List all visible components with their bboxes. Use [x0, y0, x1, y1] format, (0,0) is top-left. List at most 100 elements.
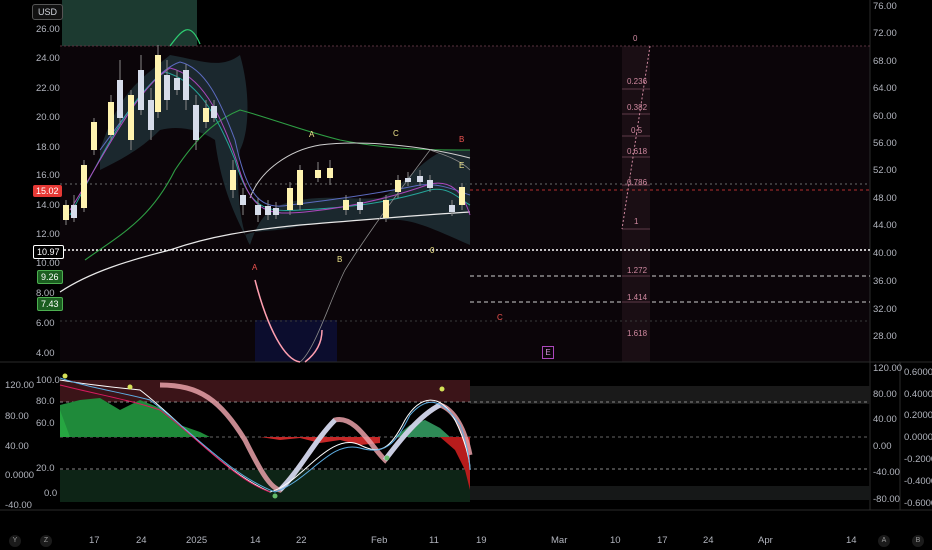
- corner-button-b[interactable]: B: [912, 535, 924, 547]
- candle-body: [63, 205, 69, 220]
- osc-oversold-ext: [470, 486, 870, 500]
- price-left-tick-6: 14.00: [36, 200, 60, 211]
- candle-body: [174, 78, 180, 90]
- osc-right-tick-6: -0.6000: [904, 498, 932, 509]
- osc-dot-3: [272, 493, 278, 499]
- wave-label-0-yellow: 0: [430, 246, 435, 255]
- osc-left-tick-0: 120.00: [5, 380, 35, 391]
- event-marker[interactable]: E: [542, 346, 554, 359]
- candle-body: [395, 180, 401, 192]
- corner-button-y[interactable]: Y: [9, 535, 21, 547]
- time-tick-0: 17: [89, 535, 100, 546]
- candle-body: [327, 168, 333, 178]
- osc-overbought-zone: [60, 380, 470, 402]
- osc-right-tick-4: -0.2000: [904, 454, 932, 465]
- wave-label-a-red: A: [252, 263, 258, 272]
- corner-button-z[interactable]: Z: [40, 535, 52, 547]
- price-right-tick-4: 60.00: [873, 111, 897, 122]
- price-right-tick-8: 44.00: [873, 220, 897, 231]
- corner-button-a[interactable]: A: [878, 535, 890, 547]
- price-right-tick-6: 52.00: [873, 165, 897, 176]
- osc-dot-4: [384, 455, 390, 461]
- candle-body: [255, 205, 261, 215]
- price-left-tick-8: 10.00: [36, 258, 60, 269]
- candle-body: [91, 122, 97, 150]
- osc-mid-tick-5: -80.00: [873, 494, 900, 505]
- candle-body: [343, 200, 349, 210]
- price-left-tick-1: 24.00: [36, 53, 60, 64]
- time-tick-11: 24: [703, 535, 714, 546]
- osc-mid-tick-0: 120.00: [873, 363, 903, 374]
- fib-label-0618: 0.618: [627, 147, 648, 156]
- osc-left-tick-8: 0.0: [44, 488, 58, 499]
- time-tick-5: Feb: [371, 535, 388, 546]
- osc-mid-tick-2: 40.00: [873, 414, 897, 425]
- wave-label-c-red: C: [497, 313, 503, 322]
- osc-left-tick-3: 80.0: [36, 396, 55, 407]
- wave-label-e-yellow: E: [459, 161, 465, 170]
- candle-body: [117, 80, 123, 118]
- osc-dot-5: [439, 386, 445, 392]
- candle-body: [138, 70, 144, 110]
- price-right-tick-7: 48.00: [873, 193, 897, 204]
- price-tag-green-1: 9.26: [37, 270, 63, 284]
- price-left-tick-11: 4.00: [36, 348, 55, 359]
- osc-right-tick-0: 0.6000: [904, 367, 932, 378]
- candle-body: [449, 205, 455, 212]
- price-right-tick-11: 32.00: [873, 304, 897, 315]
- price-right-tick-0: 76.00: [873, 1, 897, 12]
- fib-label-0236: 0.236: [627, 77, 648, 86]
- price-right-tick-10: 36.00: [873, 276, 897, 287]
- time-tick-6: 11: [429, 535, 439, 546]
- time-tick-1: 24: [136, 535, 147, 546]
- currency-button[interactable]: USD: [32, 4, 64, 20]
- candle-body: [405, 178, 411, 182]
- osc-left-tick-4: 60.0: [36, 418, 55, 429]
- osc-left-tick-7: 0.0000: [5, 470, 35, 481]
- candle-body: [203, 108, 209, 122]
- candle-body: [357, 202, 363, 210]
- wave-label-a-yellow: A: [309, 130, 315, 139]
- osc-left-tick-6: 20.0: [36, 463, 55, 474]
- price-left-tick-2: 22.00: [36, 83, 60, 94]
- candle-body: [315, 170, 321, 178]
- candle-body: [417, 176, 423, 182]
- fib-label-05: 0.5: [631, 126, 643, 135]
- price-left-tick-3: 20.00: [36, 112, 60, 123]
- price-tag-last: 10.97: [33, 245, 64, 259]
- price-tag-current: 15.02: [33, 185, 62, 197]
- osc-mid-tick-3: 0.00: [873, 441, 892, 452]
- bull-zone-top: [62, 0, 197, 46]
- fib-label-1618: 1.618: [627, 329, 648, 338]
- fib-label-0: 0: [633, 34, 638, 43]
- price-chart[interactable]: [0, 0, 932, 550]
- time-tick-13: 14: [846, 535, 857, 546]
- candle-body: [155, 55, 161, 112]
- fib-label-0786: 0.786: [627, 178, 648, 187]
- candle-body: [427, 180, 433, 188]
- wave-label-c-yellow: C: [393, 129, 399, 138]
- time-tick-7: 19: [476, 535, 487, 546]
- osc-right-tick-2: 0.2000: [904, 410, 932, 421]
- osc-left-tick-2: 80.00: [5, 411, 29, 422]
- candle-body: [193, 105, 199, 140]
- candle-body: [128, 95, 134, 140]
- time-tick-2: 2025: [186, 535, 208, 546]
- osc-mid-tick-4: -40.00: [873, 467, 900, 478]
- bear-zone-bottom: [255, 320, 337, 362]
- fib-label-0382: 0.382: [627, 103, 648, 112]
- price-left-tick-4: 18.00: [36, 142, 60, 153]
- candle-body: [297, 170, 303, 205]
- osc-dot-2: [127, 384, 133, 390]
- time-tick-12: Apr: [758, 535, 773, 546]
- candle-body: [81, 165, 87, 208]
- osc-left-tick-5: 40.00: [5, 441, 29, 452]
- time-tick-3: 14: [250, 535, 261, 546]
- candle-body: [164, 75, 170, 100]
- osc-left-tick-1: 100.0: [36, 375, 60, 386]
- price-right-tick-12: 28.00: [873, 331, 897, 342]
- fib-label-1: 1: [634, 217, 639, 226]
- price-right-tick-5: 56.00: [873, 138, 897, 149]
- candle-body: [108, 102, 114, 135]
- osc-right-tick-3: 0.0000: [904, 432, 932, 443]
